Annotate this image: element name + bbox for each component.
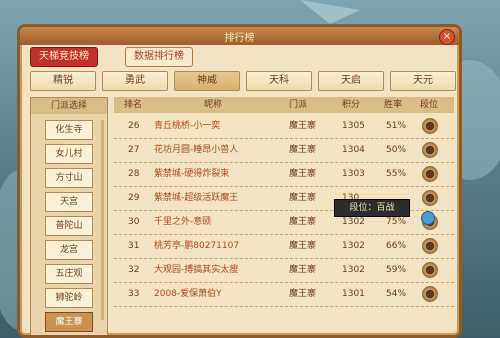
cell-score: 1302	[342, 241, 365, 251]
rank-badge-icon[interactable]	[422, 142, 438, 158]
tier-tooltip: 段位：百战	[334, 199, 410, 217]
tier-tab-jingrui[interactable]: 精锐	[30, 71, 96, 91]
tier-tab-yongwu[interactable]: 勇武	[102, 71, 168, 91]
cell-school: 魔王寨	[289, 289, 317, 299]
ranking-table: 排名 昵称 门派 积分 胜率 段位 26 青丘桃桥-小一奕 魔王寨 1305 5…	[114, 97, 454, 335]
cell-rank: 32	[128, 265, 140, 275]
cell-school: 魔王寨	[289, 169, 317, 179]
cell-rank: 30	[128, 217, 140, 227]
tier-tab-tianke[interactable]: 天科	[246, 71, 312, 91]
school-sidebar: 门派选择 化生寺 女儿村 方寸山 天宫 普陀山 龙宫 五庄观 狮驼岭 魔王寨	[30, 97, 108, 335]
cell-score: 1304	[342, 145, 365, 155]
rank-badge-icon[interactable]	[422, 286, 438, 302]
table-row[interactable]: 28 紫禁城-硬得炸裂束 魔王寨 1303 55%	[114, 163, 454, 187]
header-rank: 排名	[124, 100, 143, 110]
tab-ladder[interactable]: 天梯竞技榜	[30, 47, 98, 67]
window-title: 排行榜	[224, 33, 255, 44]
table-row[interactable]: 26 青丘桃桥-小一奕 魔王寨 1305 51%	[114, 115, 454, 139]
cell-school: 魔王寨	[289, 241, 317, 251]
header-score: 积分	[342, 100, 361, 110]
sidebar-item-putuoshan[interactable]: 普陀山	[45, 216, 93, 236]
cell-winrate: 55%	[386, 169, 407, 179]
tier-tab-tianqi[interactable]: 天启	[318, 71, 384, 91]
rank-badge-icon[interactable]	[422, 238, 438, 254]
table-row[interactable]: 32 大观园-搏搞其实太瘦 魔王寨 1302 59%	[114, 259, 454, 283]
cell-name: 紫禁城-超级活跃魔王	[154, 193, 239, 203]
cell-score: 1305	[342, 121, 365, 131]
cell-score: 1303	[342, 169, 365, 179]
sidebar-header: 门派选择	[31, 98, 107, 114]
cell-name: 大观园-搏搞其实太瘦	[154, 265, 239, 275]
cell-rank: 29	[128, 193, 140, 203]
rank-badge-icon[interactable]	[422, 118, 438, 134]
map-pin-icon	[421, 211, 435, 225]
cell-score: 1301	[342, 289, 365, 299]
cell-rank: 27	[128, 145, 140, 155]
cell-school: 魔王寨	[289, 265, 317, 275]
cell-name: 千里之外-意硕	[154, 217, 212, 227]
header-tier: 段位	[420, 100, 439, 110]
close-icon[interactable]: ×	[439, 29, 455, 45]
cell-score: 1302	[342, 265, 365, 275]
cell-name: 紫禁城-硬得炸裂束	[154, 169, 230, 179]
title-bar: 排行榜 ×	[20, 27, 459, 45]
sidebar-item-wuzhuangguan[interactable]: 五庄观	[45, 264, 93, 284]
cell-rank: 33	[128, 289, 140, 299]
table-row[interactable]: 31 桃芳亭-鹏80271107 魔王寨 1302 66%	[114, 235, 454, 259]
sidebar-item-mowangzhai[interactable]: 魔王寨	[45, 312, 93, 332]
tier-tab-tianyuan[interactable]: 天元	[390, 71, 456, 91]
sidebar-item-huashengsi[interactable]: 化生寺	[45, 120, 93, 140]
sidebar-item-fangcunshan[interactable]: 方寸山	[45, 168, 93, 188]
cell-winrate: 54%	[386, 289, 407, 299]
header-school: 门派	[289, 100, 308, 110]
cell-name: 桃芳亭-鹏80271107	[154, 241, 240, 251]
table-row[interactable]: 33 2008-爱保萧伯Y 魔王寨 1301 54%	[114, 283, 454, 307]
table-header: 排名 昵称 门派 积分 胜率 段位	[114, 97, 454, 113]
cell-name: 2008-爱保萧伯Y	[154, 289, 222, 299]
tab-data-ranking[interactable]: 数据排行榜	[125, 47, 193, 67]
table-row[interactable]: 27 花坊月圆-睡昂小兽人 魔王寨 1304 50%	[114, 139, 454, 163]
tier-tab-shenwei[interactable]: 神威	[174, 71, 240, 91]
cell-school: 魔王寨	[289, 121, 317, 131]
rank-badge-icon[interactable]	[422, 262, 438, 278]
cell-school: 魔王寨	[289, 145, 317, 155]
header-name: 昵称	[204, 100, 223, 110]
cell-winrate: 59%	[386, 265, 407, 275]
sidebar-item-longgong[interactable]: 龙宫	[45, 240, 93, 260]
cell-winrate: 51%	[386, 121, 407, 131]
cell-school: 魔王寨	[289, 193, 317, 203]
cell-rank: 31	[128, 241, 140, 251]
cell-name: 青丘桃桥-小一奕	[154, 121, 221, 131]
cell-rank: 28	[128, 169, 140, 179]
sidebar-item-tiangong[interactable]: 天宫	[45, 192, 93, 212]
cell-winrate: 50%	[386, 145, 407, 155]
cell-winrate: 66%	[386, 241, 407, 251]
header-winrate: 胜率	[384, 100, 403, 110]
cell-school: 魔王寨	[289, 217, 317, 227]
cell-name: 花坊月圆-睡昂小兽人	[154, 145, 239, 155]
sidebar-item-nuercun[interactable]: 女儿村	[45, 144, 93, 164]
sidebar-scrollbar[interactable]	[101, 120, 104, 320]
rank-badge-icon[interactable]	[422, 166, 438, 182]
rank-badge-icon[interactable]	[422, 190, 438, 206]
cell-rank: 26	[128, 121, 140, 131]
ranking-panel: 排行榜 × 天梯竞技榜 数据排行榜 精锐 勇武 神威 天科 天启 天元 门派选择…	[17, 24, 462, 338]
sidebar-item-shituoling[interactable]: 狮驼岭	[45, 288, 93, 308]
rank-tier-tabs: 精锐 勇武 神威 天科 天启 天元	[30, 71, 456, 91]
